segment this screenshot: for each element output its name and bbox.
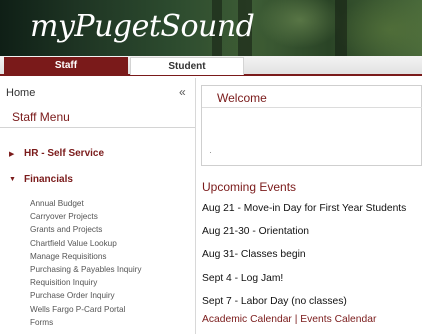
welcome-panel: Welcome — [201, 85, 422, 166]
sidebar: Home « Staff Menu ▶ HR - Self Service ▼ … — [0, 78, 196, 334]
caret-right-icon: ▶ — [9, 151, 15, 158]
event-item: Sept 4 - Log Jam! — [202, 272, 284, 284]
welcome-panel-marker — [210, 152, 211, 153]
submenu-link-purchasing-payables-inquiry[interactable]: Purchasing & Payables Inquiry — [30, 263, 195, 276]
sidebar-section-label: HR - Self Service — [24, 148, 105, 159]
event-item: Aug 21-30 - Orientation — [202, 226, 310, 238]
submenu-link-manage-requisitions[interactable]: Manage Requisitions — [30, 250, 195, 263]
staff-menu-title: Staff Menu — [12, 110, 70, 124]
menu-divider — [0, 127, 195, 128]
banner-tree-trunk — [335, 0, 347, 56]
tab-student[interactable]: Student — [130, 57, 244, 75]
sidebar-item-financials[interactable]: ▼ Financials — [0, 173, 195, 187]
submenu-link-requisition-inquiry[interactable]: Requisition Inquiry — [30, 276, 195, 289]
sidebar-section-label: Financials — [24, 174, 73, 185]
events-calendar-link[interactable]: Events Calendar — [300, 314, 376, 325]
welcome-panel-header: Welcome — [202, 86, 422, 108]
home-link[interactable]: Home — [6, 87, 35, 99]
event-item: Aug 21 - Move-in Day for First Year Stud… — [202, 203, 407, 214]
submenu-link-annual-budget[interactable]: Annual Budget — [30, 197, 195, 210]
tab-bar: Staff Student — [0, 56, 422, 76]
sidebar-item-hr-self-service[interactable]: ▶ HR - Self Service — [0, 147, 195, 161]
submenu-link-purchase-order-inquiry[interactable]: Purchase Order Inquiry — [30, 289, 195, 302]
collapse-sidebar-icon[interactable]: « — [179, 85, 186, 99]
event-item: Aug 31- Classes begin — [202, 249, 306, 261]
calendar-links: Academic Calendar | Events Calendar — [202, 314, 376, 325]
link-separator: | — [291, 314, 301, 325]
submenu-link-wells-fargo-pcard-portal[interactable]: Wells Fargo P-Card Portal — [30, 303, 195, 316]
submenu-link-forms[interactable]: Forms — [30, 316, 195, 329]
welcome-title: Welcome — [217, 91, 267, 105]
upcoming-events-title: Upcoming Events — [202, 180, 297, 194]
submenu-link-carryover-projects[interactable]: Carryover Projects — [30, 210, 195, 223]
submenu-link-grants-and-projects[interactable]: Grants and Projects — [30, 223, 195, 236]
home-row: Home « — [0, 82, 196, 102]
caret-down-icon: ▼ — [9, 176, 16, 183]
submenu-link-chartfield-value-lookup[interactable]: Chartfield Value Lookup — [30, 237, 195, 250]
header-banner: myPugetSound — [0, 0, 422, 56]
site-logo[interactable]: myPugetSound — [30, 9, 255, 45]
tab-staff[interactable]: Staff — [4, 57, 128, 75]
financials-submenu: Annual Budget Carryover Projects Grants … — [30, 197, 195, 329]
upcoming-events-list: Aug 21 - Move-in Day for First Year Stud… — [202, 203, 422, 319]
academic-calendar-link[interactable]: Academic Calendar — [202, 314, 292, 325]
